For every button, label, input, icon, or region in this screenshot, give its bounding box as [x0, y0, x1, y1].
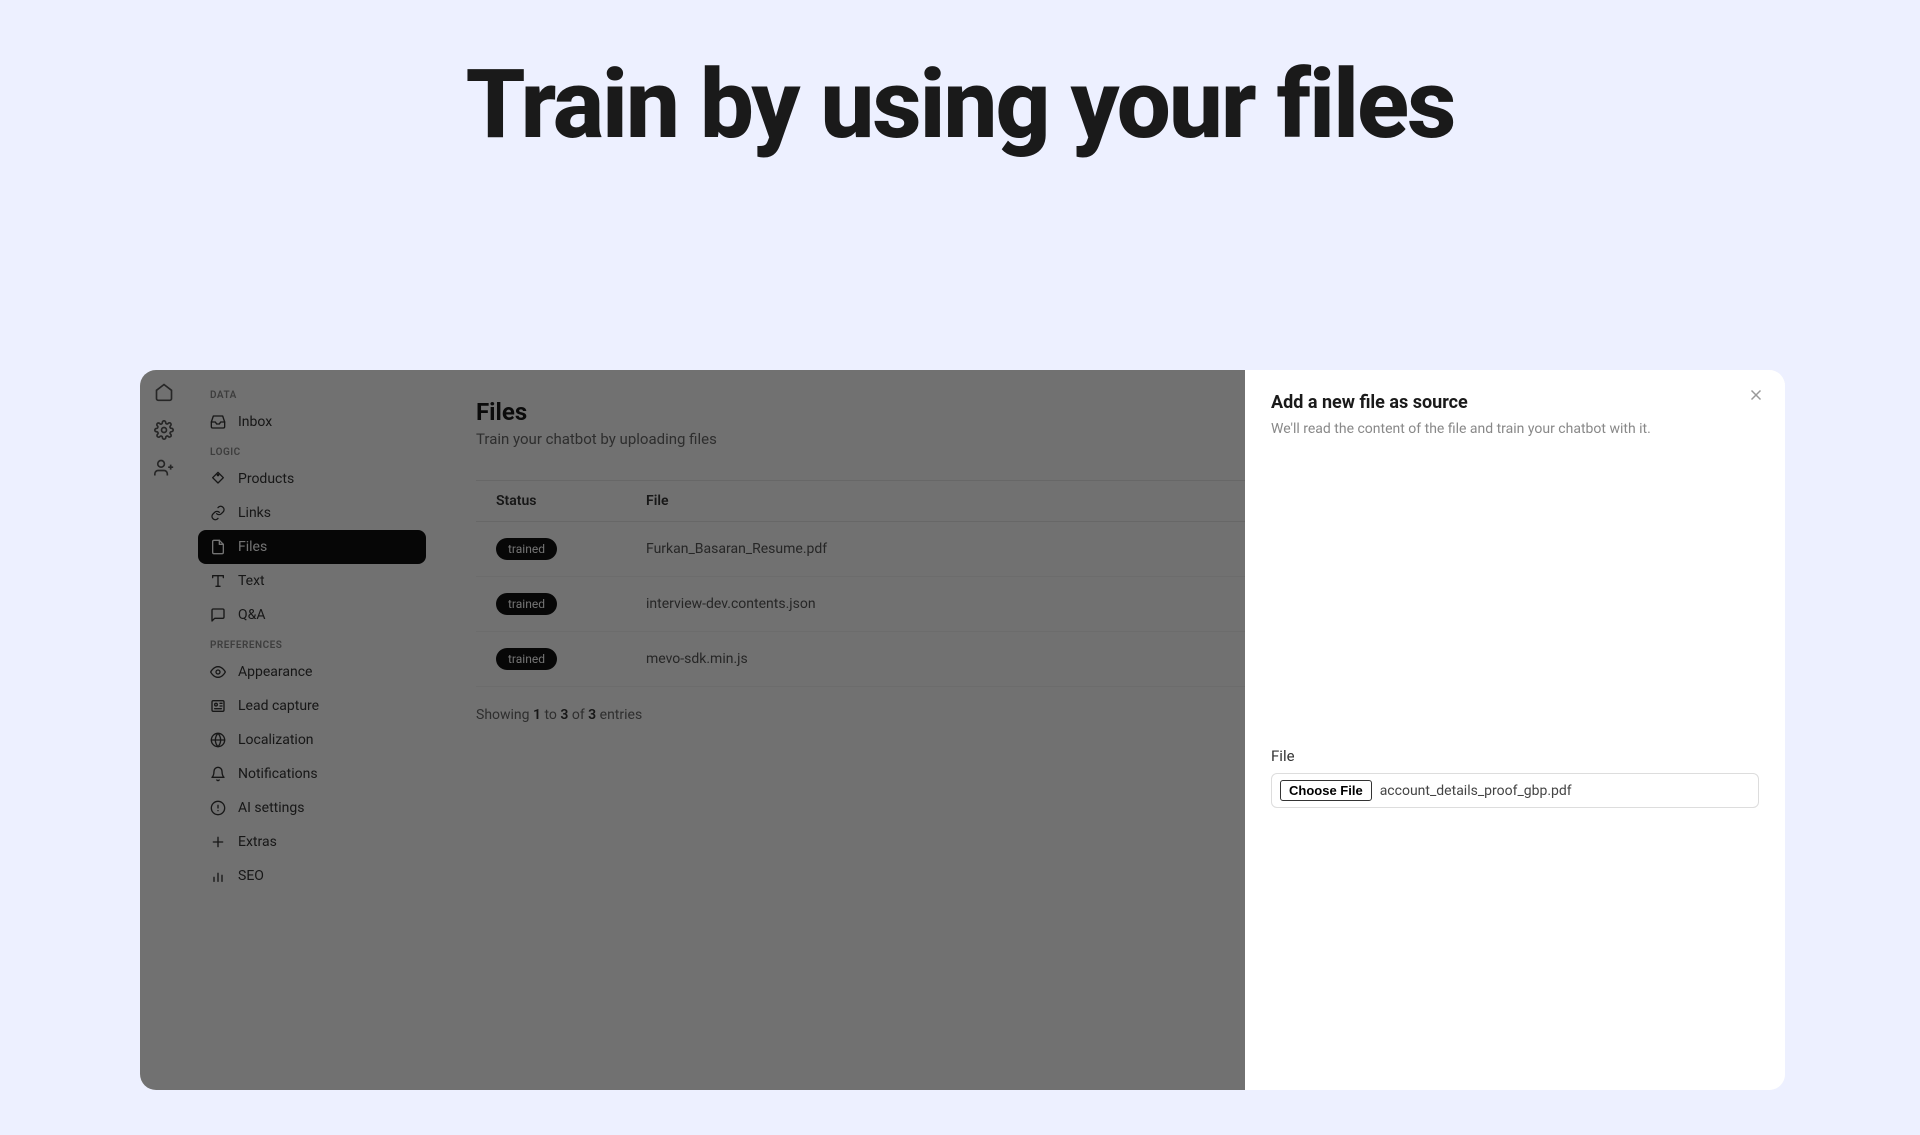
inbox-icon: [210, 414, 226, 430]
sidebar-item-localization[interactable]: Localization: [198, 723, 426, 757]
ai-icon: [210, 800, 226, 816]
sidebar-item-appearance[interactable]: Appearance: [198, 655, 426, 689]
home-icon[interactable]: [154, 382, 174, 402]
status-badge: trained: [496, 648, 557, 670]
link-icon: [210, 505, 226, 521]
sidebar-item-label: AI settings: [238, 800, 304, 816]
sidebar-item-label: Text: [238, 573, 265, 589]
tag-icon: [210, 471, 226, 487]
sidebar-item-text[interactable]: Text: [198, 564, 426, 598]
drawer-subtitle: We'll read the content of the file and t…: [1271, 421, 1759, 437]
sidebar-item-ai-settings[interactable]: AI settings: [198, 791, 426, 825]
close-icon[interactable]: [1747, 386, 1765, 404]
sidebar-item-q-a[interactable]: Q&A: [198, 598, 426, 632]
sidebar-item-label: Extras: [238, 834, 277, 850]
id-icon: [210, 698, 226, 714]
sidebar-item-notifications[interactable]: Notifications: [198, 757, 426, 791]
sidebar: DATA Inbox LOGIC Products Links Files Text Q&A P…: [188, 370, 436, 1090]
sidebar-item-extras[interactable]: Extras: [198, 825, 426, 859]
sidebar-item-seo[interactable]: SEO: [198, 859, 426, 893]
gear-icon[interactable]: [154, 420, 174, 440]
section-label: DATA: [198, 382, 426, 405]
hero-title: Train by using your files: [0, 55, 1920, 156]
section-label: PREFERENCES: [198, 632, 426, 655]
chat-icon: [210, 607, 226, 623]
user-plus-icon[interactable]: [154, 458, 174, 478]
chart-icon: [210, 868, 226, 884]
file-input[interactable]: Choose File account_details_proof_gbp.pd…: [1271, 773, 1759, 808]
globe-icon: [210, 732, 226, 748]
sidebar-item-label: Links: [238, 505, 271, 521]
sidebar-item-label: Inbox: [238, 414, 272, 430]
file-label: File: [1271, 747, 1759, 765]
choose-file-button[interactable]: Choose File: [1280, 780, 1372, 801]
sidebar-item-files[interactable]: Files: [198, 530, 426, 564]
sidebar-item-label: Appearance: [238, 664, 312, 680]
sidebar-item-label: Products: [238, 471, 294, 487]
file-field: File Choose File account_details_proof_g…: [1271, 747, 1759, 808]
status-badge: trained: [496, 593, 557, 615]
icon-rail: [140, 370, 188, 1090]
status-badge: trained: [496, 538, 557, 560]
bell-icon: [210, 766, 226, 782]
file-icon: [210, 539, 226, 555]
sidebar-item-label: Files: [238, 539, 267, 555]
sidebar-item-label: Lead capture: [238, 698, 319, 714]
chosen-filename: account_details_proof_gbp.pdf: [1380, 783, 1572, 799]
drawer-title: Add a new file as source: [1271, 392, 1759, 413]
sidebar-item-inbox[interactable]: Inbox: [198, 405, 426, 439]
sidebar-item-label: Localization: [238, 732, 314, 748]
add-file-drawer: Add a new file as source We'll read the …: [1245, 370, 1785, 1090]
sidebar-item-links[interactable]: Links: [198, 496, 426, 530]
type-icon: [210, 573, 226, 589]
sidebar-item-label: Q&A: [238, 607, 265, 623]
sidebar-item-lead-capture[interactable]: Lead capture: [198, 689, 426, 723]
sidebar-item-products[interactable]: Products: [198, 462, 426, 496]
sidebar-item-label: SEO: [238, 868, 264, 884]
section-label: LOGIC: [198, 439, 426, 462]
sidebar-item-label: Notifications: [238, 766, 318, 782]
eye-icon: [210, 664, 226, 680]
col-status-header: Status: [496, 493, 646, 509]
plus-icon: [210, 834, 226, 850]
